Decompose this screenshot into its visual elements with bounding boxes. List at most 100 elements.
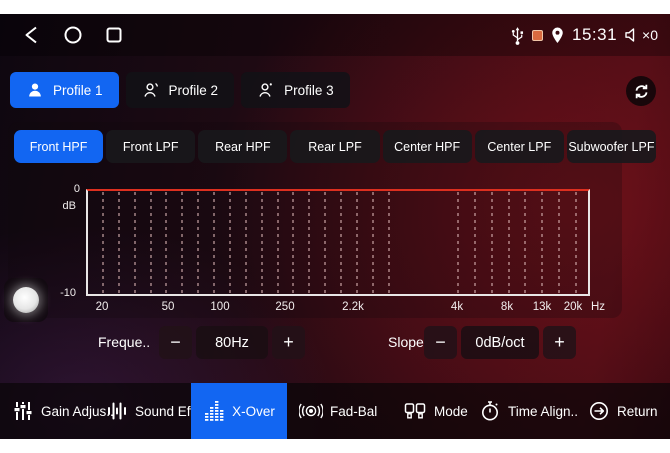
tab-subwoofer-lpf[interactable]: Subwoofer LPF — [567, 130, 656, 163]
nav-label: Gain Adjus.. — [41, 404, 114, 419]
head-unit-screen: 15:31 ×0 Profile 1 — [0, 0, 670, 453]
volume-indicator: ×0 — [624, 27, 658, 43]
plot-area — [86, 189, 590, 296]
gridline — [491, 192, 493, 293]
nav-label: X-Over — [232, 404, 275, 419]
nav-label: Mode — [434, 404, 468, 419]
app-indicator-icon — [532, 30, 543, 41]
gridline — [165, 192, 167, 293]
nav-label: Fad-Bal — [330, 404, 377, 419]
x-tick-label: 250 — [275, 301, 294, 313]
gridline — [340, 192, 342, 293]
gridline — [308, 192, 310, 293]
profile-tabs: Profile 1 Profile 2 Profile 3 — [10, 72, 350, 108]
nav-return[interactable]: Return — [588, 383, 658, 439]
gridline — [356, 192, 358, 293]
x-tick-label: 13k — [533, 301, 552, 313]
x-tick-label: 2.2k — [342, 301, 364, 313]
profile-tab-3[interactable]: Profile 3 — [241, 72, 350, 108]
tab-front-hpf[interactable]: Front HPF — [14, 130, 103, 163]
gridline — [558, 192, 560, 293]
usb-icon — [510, 25, 525, 46]
slope-minus-button[interactable]: − — [424, 326, 457, 359]
profile-tab-label: Profile 1 — [53, 83, 103, 98]
slope-label: Slope — [388, 326, 424, 359]
gridline — [457, 192, 459, 293]
gridline — [118, 192, 120, 293]
gridline — [508, 192, 510, 293]
stopwatch-icon — [479, 400, 501, 422]
volume-level: ×0 — [642, 27, 658, 43]
filter-tabs: Front HPF Front LPF Rear HPF Rear LPF Ce… — [14, 130, 656, 163]
gridline — [524, 192, 526, 293]
tab-center-lpf[interactable]: Center LPF — [475, 130, 564, 163]
x-axis-ticks: 20501002502.2k4k8k13k20kHz — [86, 301, 626, 315]
frequency-plus-button[interactable]: + — [272, 326, 305, 359]
tab-rear-lpf[interactable]: Rear LPF — [290, 130, 379, 163]
nav-gain-adjust[interactable]: Gain Adjus.. — [12, 383, 114, 439]
gridline — [197, 192, 199, 293]
home-icon[interactable] — [63, 25, 83, 45]
nav-fad-bal[interactable]: Fad-Bal — [299, 383, 377, 439]
gridline — [213, 192, 215, 293]
y-tick-label: -10 — [52, 287, 76, 299]
frequency-label: Freque.. — [98, 326, 150, 359]
person-icon — [142, 81, 160, 99]
recents-icon[interactable] — [106, 27, 122, 43]
gridline — [229, 192, 231, 293]
x-tick-label: 4k — [451, 301, 463, 313]
tab-center-hpf[interactable]: Center HPF — [383, 130, 472, 163]
gridline — [134, 192, 136, 293]
back-icon[interactable] — [22, 25, 41, 45]
gridline — [324, 192, 326, 293]
gridline — [292, 192, 294, 293]
person-icon — [257, 81, 275, 99]
rotary-knob-button[interactable] — [4, 278, 48, 322]
profile-tab-2[interactable]: Profile 2 — [126, 72, 235, 108]
speakers-icon — [403, 400, 427, 422]
frequency-value: 80Hz — [196, 326, 268, 359]
gridline — [575, 192, 577, 293]
location-icon — [550, 26, 565, 45]
nav-mode[interactable]: Mode — [403, 383, 468, 439]
x-tick-label: 20 — [96, 301, 109, 313]
speaker-muted-icon — [624, 27, 640, 43]
fader-balance-icon — [299, 400, 323, 422]
tab-front-lpf[interactable]: Front LPF — [106, 130, 195, 163]
refresh-button[interactable] — [626, 76, 656, 106]
bottom-nav: Gain Adjus.. Sound Effe.. X-Over — [0, 383, 670, 439]
display-area: 15:31 ×0 Profile 1 — [0, 14, 670, 439]
frequency-minus-button[interactable]: − — [159, 326, 192, 359]
gridline — [541, 192, 543, 293]
slope-value: 0dB/oct — [461, 326, 539, 359]
gridline — [245, 192, 247, 293]
equalizer-icon — [203, 400, 225, 422]
nav-time-align[interactable]: Time Align.. — [479, 383, 578, 439]
status-bar: 15:31 ×0 — [0, 14, 670, 56]
sound-bars-icon — [106, 400, 128, 422]
y-axis-unit: dB — [52, 200, 76, 212]
status-right-cluster: 15:31 ×0 — [510, 14, 658, 56]
gridline — [388, 192, 390, 293]
gridline — [102, 192, 104, 293]
slope-plus-button[interactable]: + — [543, 326, 576, 359]
gridline — [372, 192, 374, 293]
x-tick-label: 20k — [564, 301, 583, 313]
profile-tab-label: Profile 2 — [169, 83, 219, 98]
return-arrow-icon — [588, 400, 610, 422]
gridline — [277, 192, 279, 293]
profile-tab-label: Profile 3 — [284, 83, 334, 98]
person-icon — [26, 81, 44, 99]
crossover-controls: Freque.. − 80Hz + Slope − 0dB/oct + — [0, 326, 670, 359]
nav-x-over[interactable]: X-Over — [191, 383, 287, 439]
nav-label: Return — [617, 404, 658, 419]
tab-rear-hpf[interactable]: Rear HPF — [198, 130, 287, 163]
clock: 15:31 — [572, 25, 617, 45]
x-tick-label: 100 — [210, 301, 229, 313]
mixer-icon — [12, 400, 34, 422]
x-tick-label: 8k — [501, 301, 513, 313]
knob-indicator — [13, 287, 39, 313]
gridline — [261, 192, 263, 293]
refresh-icon — [632, 82, 651, 101]
profile-tab-1[interactable]: Profile 1 — [10, 72, 119, 108]
